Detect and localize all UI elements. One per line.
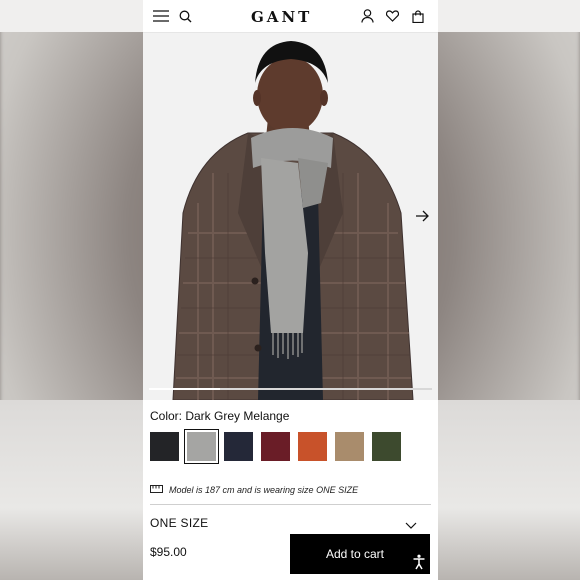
bag-icon[interactable] xyxy=(410,8,426,24)
swatch-camel[interactable] xyxy=(335,432,364,461)
product-price: $95.00 xyxy=(150,545,187,559)
gallery-progress xyxy=(149,388,432,390)
ruler-icon xyxy=(150,485,163,495)
model-info: Model is 187 cm and is wearing size ONE … xyxy=(150,485,358,495)
color-label: Color: Dark Grey Melange xyxy=(150,409,290,423)
site-header: GANT xyxy=(143,0,438,33)
add-to-cart-button[interactable]: Add to cart xyxy=(290,534,430,574)
swatch-orange[interactable] xyxy=(298,432,327,461)
model-photo xyxy=(143,33,438,400)
menu-icon[interactable] xyxy=(153,8,169,24)
swatch-navy[interactable] xyxy=(224,432,253,461)
size-selector[interactable]: ONE SIZE xyxy=(150,516,208,530)
product-image[interactable] xyxy=(143,33,438,400)
brand-logo[interactable]: GANT xyxy=(251,8,312,26)
add-to-cart-label: Add to cart xyxy=(325,547,385,561)
swatch-burgundy[interactable] xyxy=(261,432,290,461)
divider xyxy=(150,504,431,505)
model-info-text: Model is 187 cm and is wearing size ONE … xyxy=(169,485,359,495)
swatch-black[interactable] xyxy=(150,432,179,461)
accessibility-icon[interactable] xyxy=(411,554,427,570)
swatch-dark-grey-melange[interactable] xyxy=(184,429,219,464)
arrow-right-icon[interactable] xyxy=(414,208,430,224)
wishlist-icon[interactable] xyxy=(384,8,400,24)
swatch-olive[interactable] xyxy=(372,432,401,461)
search-icon[interactable] xyxy=(177,8,193,24)
color-swatches xyxy=(150,429,401,464)
gallery-progress-fill xyxy=(149,388,220,390)
mobile-page: GANT Color: Dark Grey Melange Model is 1… xyxy=(143,0,438,580)
account-icon[interactable] xyxy=(359,8,375,24)
chevron-down-icon[interactable] xyxy=(405,517,417,535)
